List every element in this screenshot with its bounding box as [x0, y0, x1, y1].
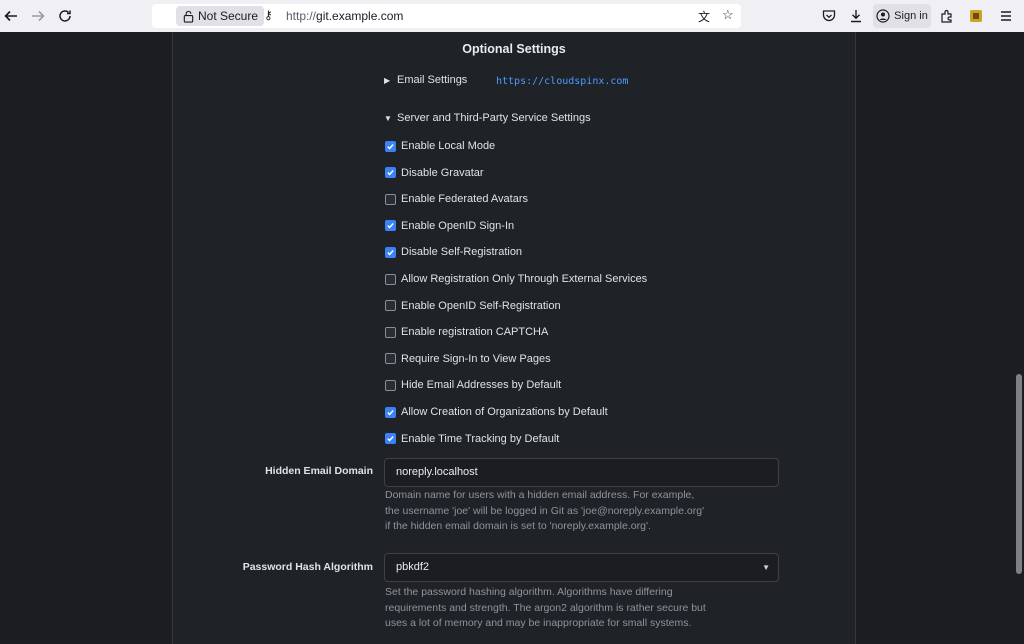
checkbox-label: Disable Gravatar: [401, 166, 484, 179]
section-title: Optional Settings: [462, 42, 566, 56]
checkmark-icon: [387, 409, 394, 416]
checkbox-row[interactable]: Allow Registration Only Through External…: [385, 271, 647, 287]
help-line: Set the password hashing algorithm. Algo…: [385, 586, 673, 598]
password-hash-label: Password Hash Algorithm: [242, 561, 373, 573]
back-arrow-icon[interactable]: [2, 7, 20, 25]
checkbox-unchecked[interactable]: [385, 326, 396, 338]
password-hash-value: pbkdf2: [396, 561, 430, 573]
checkbox-label: Allow Creation of Organizations by Defau…: [401, 406, 608, 418]
forward-arrow-icon[interactable]: [29, 7, 47, 25]
extensions-icon[interactable]: [938, 7, 956, 25]
checkbox-row[interactable]: Enable OpenID Self-Registration: [385, 298, 561, 314]
checkbox-checked[interactable]: [385, 406, 396, 418]
checkbox-row[interactable]: Require Sign-In to View Pages: [385, 351, 551, 367]
checkbox-label: Require Sign-In to View Pages: [401, 352, 551, 365]
scrollbar-thumb[interactable]: [1016, 374, 1022, 574]
pocket-icon[interactable]: [820, 7, 838, 25]
email-settings-label: Email Settings: [397, 74, 468, 86]
checkbox-unchecked[interactable]: [385, 379, 396, 391]
checkmark-icon: [387, 170, 394, 176]
url-bar[interactable]: Not Secure ⚷ http://git.example.com 文 ☆: [152, 4, 741, 28]
checkbox-row[interactable]: Allow Creation of Organizations by Defau…: [385, 404, 608, 420]
reload-icon[interactable]: [56, 7, 74, 25]
checkmark-icon: [387, 223, 394, 229]
not-secure-badge[interactable]: Not Secure: [176, 6, 265, 26]
checkbox-unchecked[interactable]: [385, 193, 396, 205]
checkbox-unchecked[interactable]: [385, 353, 396, 365]
checkmark-icon: [387, 249, 394, 256]
email-settings-toggle[interactable]: ▶ Email Settings: [384, 74, 467, 86]
hidden-email-label: Hidden Email Domain: [265, 465, 373, 477]
url-text[interactable]: http://git.example.com: [286, 9, 403, 23]
not-secure-label: Not Secure: [198, 9, 259, 23]
dropdown-arrow-icon: ▼: [762, 563, 770, 572]
checkbox-row[interactable]: Disable Gravatar: [385, 165, 484, 181]
expanded-triangle-icon: ▼: [384, 114, 392, 123]
hidden-email-help: Domain name for users with a hidden emai…: [385, 488, 765, 535]
url-scheme: http://: [286, 9, 317, 23]
checkbox-label: Enable OpenID Sign-In: [401, 219, 515, 232]
checkbox-unchecked[interactable]: [385, 273, 396, 285]
checkbox-row[interactable]: Enable Time Tracking by Default: [385, 431, 559, 447]
checkbox-unchecked[interactable]: [385, 300, 396, 312]
checkbox-row[interactable]: Enable OpenID Sign-In: [385, 218, 514, 234]
download-icon[interactable]: [847, 7, 865, 25]
checkbox-label: Enable Federated Avatars: [401, 193, 528, 206]
checkbox-label: Enable Time Tracking by Default: [401, 432, 560, 445]
hidden-email-value: noreply.localhost: [396, 466, 478, 478]
checkbox-label: Enable OpenID Self-Registration: [401, 299, 561, 312]
checkbox-row[interactable]: Enable registration CAPTCHA: [385, 324, 548, 340]
checkbox-label: Enable registration CAPTCHA: [401, 326, 549, 339]
url-host: git.example.com: [316, 9, 404, 23]
menu-icon[interactable]: [997, 7, 1015, 25]
server-settings-toggle[interactable]: ▼ Server and Third-Party Service Settings: [384, 112, 591, 124]
checkbox-label: Allow Registration Only Through External…: [401, 273, 648, 285]
help-line: Domain name for users with a hidden emai…: [385, 489, 695, 501]
collapsed-triangle-icon: ▶: [384, 76, 391, 85]
sign-in-button[interactable]: Sign in: [873, 4, 931, 28]
checkbox-row[interactable]: Disable Self-Registration: [385, 244, 522, 260]
help-line: requirements and strength. The argon2 al…: [385, 601, 706, 614]
extension-badge-icon[interactable]: [967, 7, 985, 25]
checkbox-checked[interactable]: [385, 433, 396, 445]
password-hash-select[interactable]: pbkdf2 ▼: [384, 553, 779, 582]
password-hash-help: Set the password hashing algorithm. Algo…: [385, 585, 765, 632]
key-icon[interactable]: ⚷: [264, 8, 273, 22]
browser-toolbar: Not Secure ⚷ http://git.example.com 文 ☆ …: [0, 0, 1024, 33]
checkbox-label: Disable Self-Registration: [401, 246, 523, 259]
checkbox-row[interactable]: Hide Email Addresses by Default: [385, 377, 561, 393]
checkbox-checked[interactable]: [385, 246, 396, 258]
account-icon: [876, 9, 890, 23]
checkmark-icon: [387, 143, 394, 150]
checkbox-row[interactable]: Enable Federated Avatars: [385, 191, 528, 207]
url-annotation: https://cloudspinx.com: [496, 76, 629, 87]
checkbox-row[interactable]: Enable Local Mode: [385, 138, 495, 154]
hidden-email-domain-input[interactable]: noreply.localhost: [384, 458, 779, 487]
translate-icon[interactable]: 文: [698, 8, 710, 25]
help-line: if the hidden email domain is set to 'no…: [385, 520, 651, 532]
bookmark-star-icon[interactable]: ☆: [722, 7, 734, 23]
sign-in-label: Sign in: [894, 10, 928, 22]
help-line: uses a lot of memory and may be inapprop…: [385, 617, 692, 629]
help-line: the username 'joe' will be logged in Git…: [385, 504, 705, 517]
checkbox-checked[interactable]: [385, 167, 396, 179]
checkbox-label: Hide Email Addresses by Default: [401, 379, 562, 392]
checkbox-checked[interactable]: [385, 220, 396, 232]
checkbox-checked[interactable]: [385, 140, 396, 152]
server-settings-label: Server and Third-Party Service Settings: [397, 112, 591, 124]
checkmark-icon: [387, 436, 394, 442]
unlocked-padlock-icon: [183, 10, 194, 23]
checkbox-label: Enable Local Mode: [401, 140, 496, 152]
